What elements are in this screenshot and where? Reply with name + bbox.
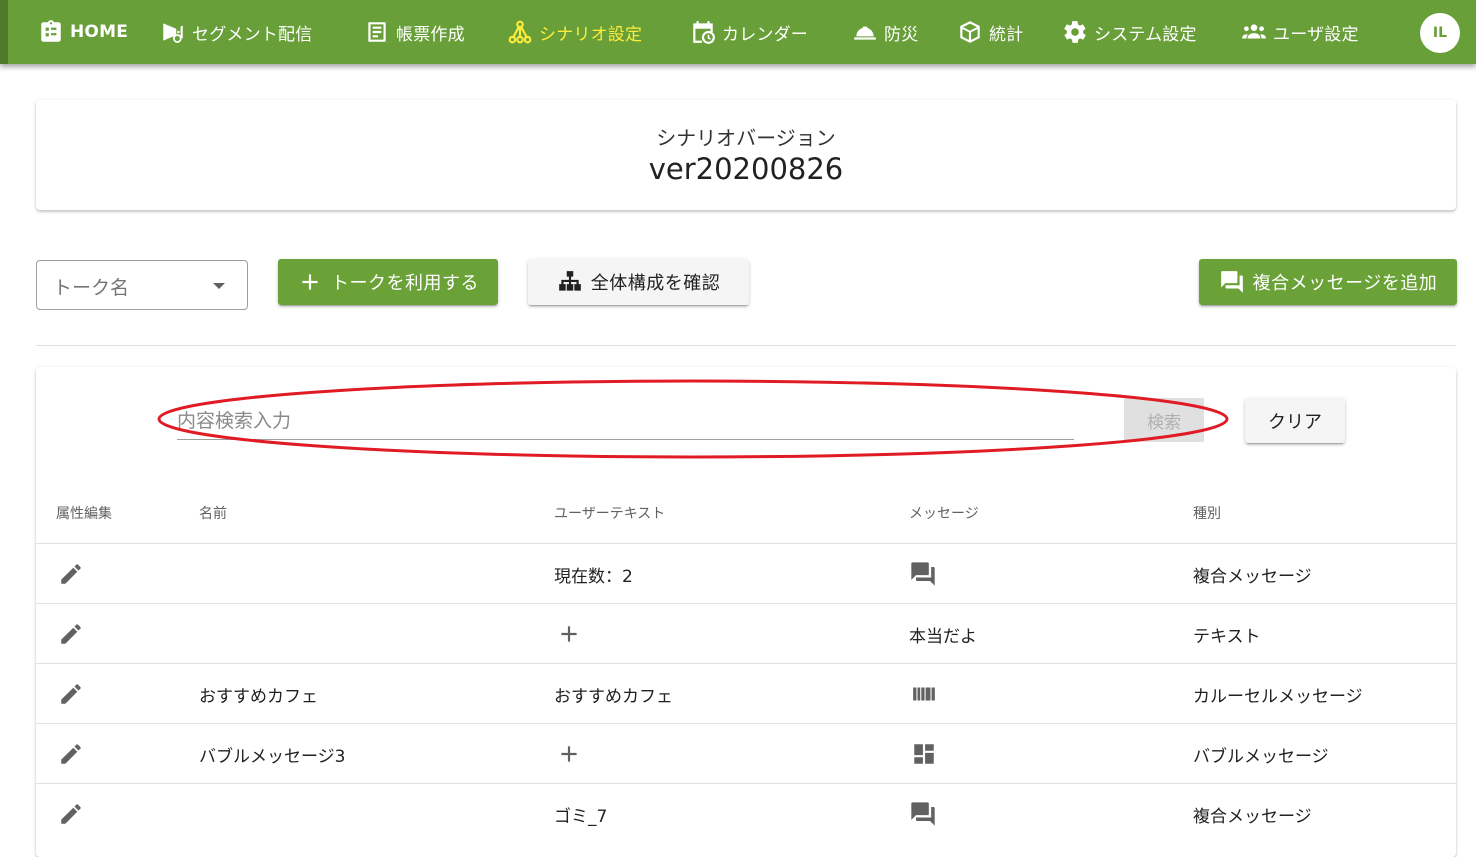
- content-search-input[interactable]: [177, 402, 1074, 440]
- pencil-icon[interactable]: [58, 784, 84, 844]
- clear-button[interactable]: クリア: [1245, 398, 1345, 443]
- plus-icon[interactable]: [556, 724, 582, 784]
- nav-label-report: 帳票作成: [396, 24, 465, 45]
- nav-item-scenario[interactable]: シナリオ設定: [507, 0, 642, 64]
- sitemap-icon: [558, 271, 581, 291]
- talk-select-placeholder: トーク名: [53, 277, 130, 299]
- nav-label-home: HOME: [70, 22, 129, 42]
- helmet-icon: [854, 26, 876, 40]
- clipboard-icon: [41, 20, 61, 42]
- chevron-down-icon: [213, 283, 225, 289]
- row-type: バブルメッセージ: [1193, 746, 1329, 767]
- row-name: おすすめカフェ: [199, 686, 318, 707]
- nav-item-stats[interactable]: 統計: [957, 0, 1023, 64]
- nav-label-system: システム設定: [1094, 24, 1197, 45]
- header-name[interactable]: 名前: [199, 503, 227, 523]
- forum-icon: [1220, 271, 1243, 293]
- search-button[interactable]: 検索: [1124, 398, 1204, 442]
- add-composite-message-button[interactable]: 複合メッセージを追加: [1199, 259, 1457, 305]
- users-icon: [1242, 24, 1266, 39]
- top-nav-bar: HOME セグメント配信 帳票作成 シナリオ設定 カレンダー 防災 統計 システ…: [0, 0, 1476, 64]
- table-row[interactable]: 現在数：2 複合メッセージ: [36, 543, 1456, 603]
- table-row[interactable]: おすすめカフェ おすすめカフェ カルーセルメッセージ: [36, 663, 1456, 723]
- chat-icon: [909, 784, 937, 844]
- nav-label-stats: 統計: [989, 24, 1024, 45]
- nav-edge: [0, 0, 8, 64]
- carousel-icon: [911, 664, 937, 724]
- nav-label-user: ユーザ設定: [1273, 24, 1359, 45]
- version-label: シナリオバージョン: [656, 126, 836, 150]
- nav-item-report[interactable]: 帳票作成: [364, 0, 465, 64]
- header-edit[interactable]: 属性編集: [56, 503, 112, 523]
- use-talk-label: トークを利用する: [331, 273, 479, 294]
- header-user-text[interactable]: ユーザーテキスト: [554, 503, 665, 523]
- gear-icon: [1064, 21, 1086, 43]
- table-row[interactable]: ゴミ_7 複合メッセージ: [36, 783, 1456, 843]
- nav-item-system[interactable]: システム設定: [1062, 0, 1197, 64]
- cube-icon: [960, 21, 980, 43]
- calendar-clock-icon: [693, 21, 715, 44]
- table-row[interactable]: バブルメッセージ3 バブルメッセージ: [36, 723, 1456, 783]
- nav-item-segment[interactable]: セグメント配信: [160, 0, 312, 64]
- overview-label: 全体構成を確認: [590, 273, 721, 294]
- add-composite-label: 複合メッセージを追加: [1252, 273, 1438, 294]
- table-row[interactable]: 本当だよ テキスト: [36, 603, 1456, 663]
- scenario-version-card: シナリオバージョン ver20200826: [36, 100, 1456, 210]
- row-type: カルーセルメッセージ: [1193, 686, 1363, 707]
- scenario-tree-icon: [508, 20, 532, 44]
- plus-icon[interactable]: [556, 604, 582, 664]
- nav-item-disaster[interactable]: 防災: [852, 0, 918, 64]
- nav-label-scenario: シナリオ設定: [539, 24, 643, 45]
- chat-icon: [909, 544, 937, 604]
- row-name: バブルメッセージ3: [199, 746, 346, 767]
- talk-name-select[interactable]: トーク名: [36, 260, 248, 310]
- nav-item-calendar[interactable]: カレンダー: [690, 0, 808, 64]
- use-talk-button[interactable]: トークを利用する: [278, 259, 498, 305]
- nav-label-segment: セグメント配信: [192, 24, 313, 45]
- document-icon: [368, 22, 386, 42]
- header-message[interactable]: メッセージ: [909, 503, 979, 523]
- row-user-text: おすすめカフェ: [554, 686, 673, 707]
- plus-icon: [302, 274, 318, 290]
- row-message: 本当だよ: [909, 626, 977, 647]
- pencil-icon[interactable]: [58, 544, 84, 604]
- row-type: テキスト: [1193, 626, 1261, 647]
- row-user-text: 現在数：2: [554, 566, 633, 587]
- section-divider: [36, 345, 1456, 346]
- nav-item-home[interactable]: HOME: [38, 0, 128, 64]
- nav-item-user[interactable]: ユーザ設定: [1241, 0, 1359, 64]
- row-user-text: ゴミ_7: [554, 806, 608, 827]
- row-type: 複合メッセージ: [1193, 566, 1312, 587]
- version-value: ver20200826: [648, 152, 844, 186]
- nav-label-disaster: 防災: [884, 24, 919, 45]
- nav-label-calendar: カレンダー: [722, 24, 808, 45]
- dashboard-icon: [911, 724, 937, 784]
- pencil-icon[interactable]: [58, 604, 84, 664]
- header-type[interactable]: 種別: [1193, 503, 1221, 523]
- megaphone-icon: [163, 23, 183, 43]
- row-type: 複合メッセージ: [1193, 806, 1312, 827]
- pencil-icon[interactable]: [58, 664, 84, 724]
- pencil-icon[interactable]: [58, 724, 84, 784]
- overview-button[interactable]: 全体構成を確認: [528, 259, 749, 305]
- avatar[interactable]: IL: [1420, 13, 1460, 53]
